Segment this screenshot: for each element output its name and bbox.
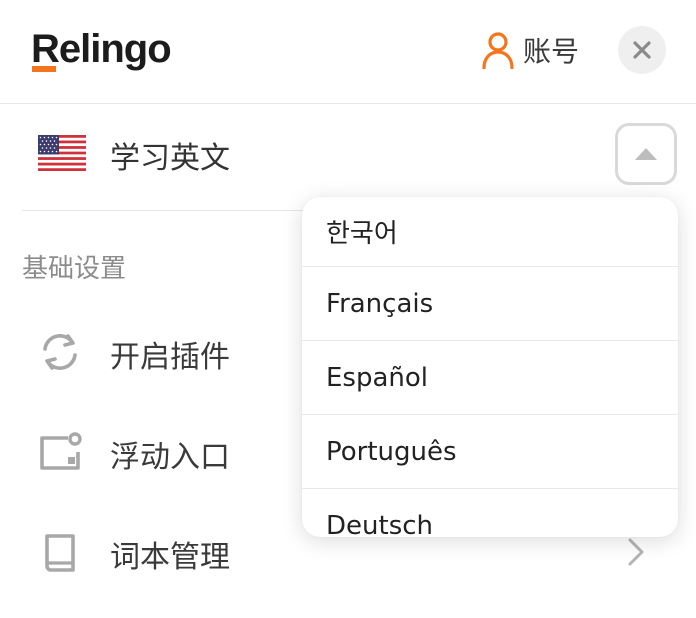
- learning-language-label: 学习英文: [110, 141, 230, 176]
- menu-item-label: 浮动入口: [110, 440, 230, 475]
- logo-text: Relingo: [31, 27, 171, 71]
- sync-icon: [43, 334, 77, 370]
- basic-settings-title: 基础设置: [22, 254, 127, 284]
- language-option-german[interactable]: Deutsch: [302, 489, 678, 538]
- language-option-spanish[interactable]: Español: [302, 341, 678, 415]
- close-icon: [633, 41, 651, 59]
- language-option-portuguese[interactable]: Português: [302, 415, 678, 489]
- logo-underline: [32, 66, 56, 72]
- close-button[interactable]: [618, 26, 666, 74]
- chevron-up-icon: [635, 148, 657, 160]
- header: Relingo 账号: [0, 0, 696, 104]
- account-label: 账号: [523, 35, 580, 68]
- language-option-french[interactable]: Français: [302, 267, 678, 341]
- language-option-korean[interactable]: 한국어: [302, 197, 678, 267]
- language-dropdown-toggle[interactable]: [615, 123, 677, 185]
- us-flag-icon: [38, 135, 86, 171]
- user-icon: [482, 32, 514, 69]
- book-icon: [45, 534, 75, 572]
- floating-window-icon: [40, 432, 82, 470]
- menu-item-label: 开启插件: [110, 340, 230, 375]
- chevron-right-icon: [628, 538, 644, 566]
- menu-item-label: 词本管理: [110, 540, 230, 575]
- account-button[interactable]: 账号: [481, 30, 579, 70]
- relingo-logo: Relingo: [31, 27, 172, 72]
- learning-language-row: 学习英文: [22, 105, 677, 211]
- language-dropdown-menu: 한국어 Français Español Português Deutsch: [302, 197, 678, 537]
